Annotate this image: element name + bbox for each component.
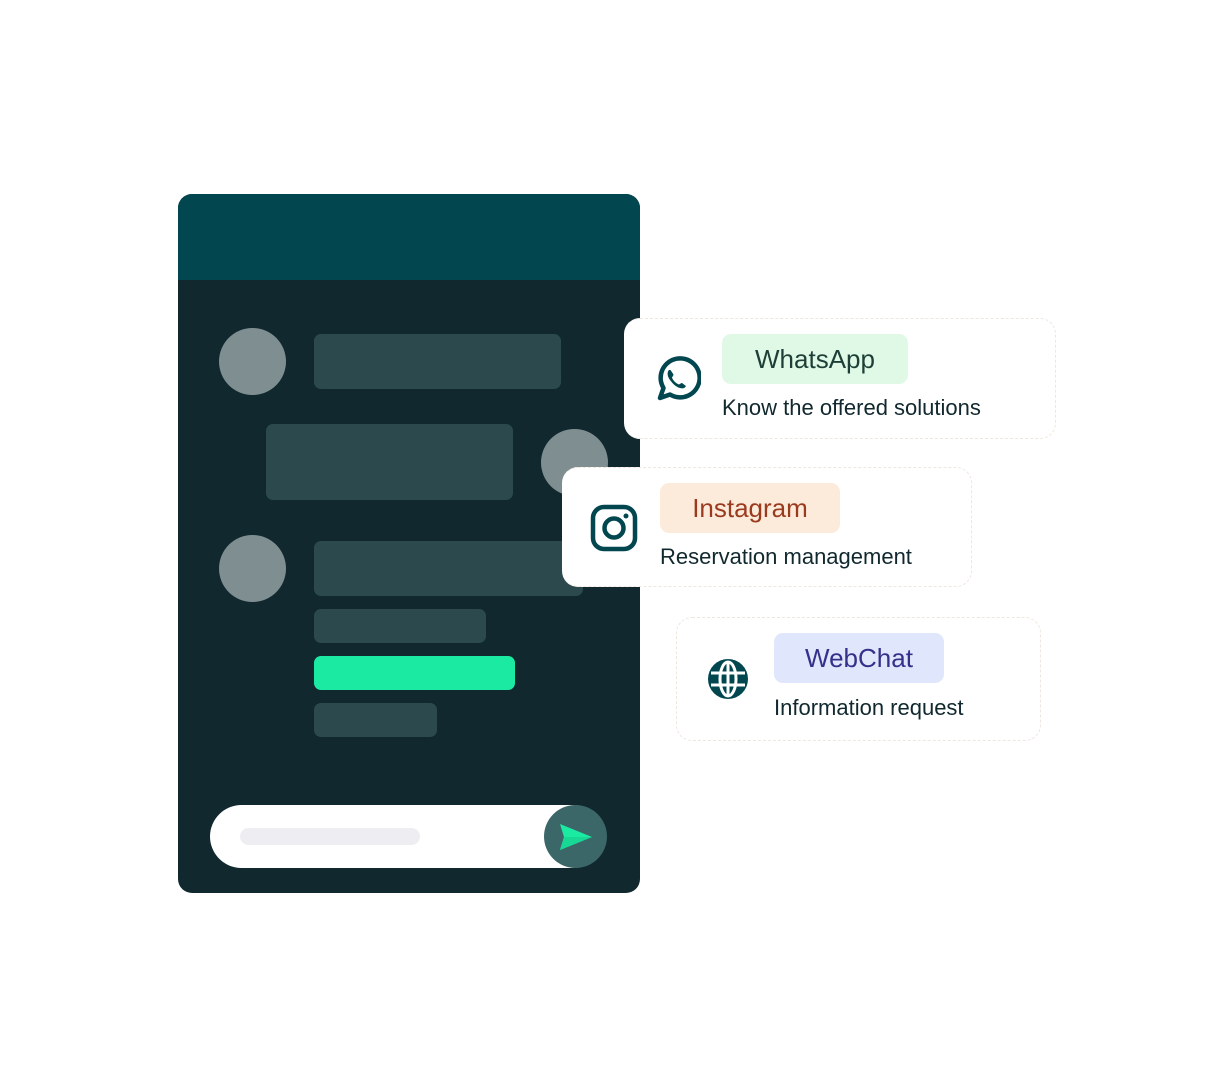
- channel-tag: Instagram: [660, 483, 840, 533]
- quick-reply-option-1[interactable]: [314, 609, 486, 643]
- channel-card-instagram[interactable]: Instagram Reservation management: [562, 467, 972, 587]
- send-button[interactable]: [544, 805, 607, 868]
- quick-reply-option-3[interactable]: [314, 703, 437, 737]
- chat-header: [178, 194, 640, 280]
- message-input-placeholder: [240, 828, 420, 845]
- channel-description: Reservation management: [660, 544, 912, 569]
- channel-card-webchat[interactable]: WebChat Information request: [676, 617, 1041, 741]
- globe-icon: [707, 658, 749, 705]
- channel-description: Information request: [774, 695, 964, 720]
- avatar-incoming-2: [219, 535, 286, 602]
- send-arrow-icon: [559, 823, 592, 850]
- channel-tag: WhatsApp: [722, 334, 908, 384]
- quick-reply-option-selected[interactable]: [314, 656, 515, 690]
- channel-card-whatsapp[interactable]: WhatsApp Know the offered solutions: [624, 318, 1056, 439]
- message-bubble-incoming-2: [314, 541, 583, 596]
- channel-description: Know the offered solutions: [722, 395, 981, 420]
- whatsapp-icon: [651, 354, 702, 409]
- instagram-icon: [589, 503, 639, 558]
- message-bubble-incoming-1: [314, 334, 561, 389]
- message-bubble-outgoing: [266, 424, 513, 500]
- channel-tag: WebChat: [774, 633, 944, 683]
- avatar-incoming-1: [219, 328, 286, 395]
